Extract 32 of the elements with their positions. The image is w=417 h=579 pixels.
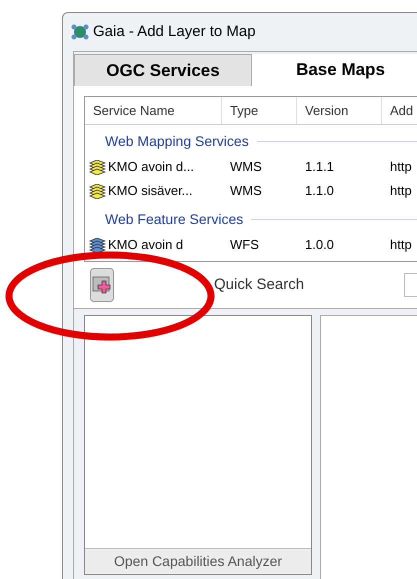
layers-icon xyxy=(89,160,106,174)
table-cell-text: 1.1.1 xyxy=(305,158,334,176)
tab[interactable]: Base Maps xyxy=(252,54,417,86)
column-header[interactable]: Version xyxy=(297,97,382,124)
tab[interactable]: OGC Services xyxy=(74,54,252,86)
add-layer-icon xyxy=(91,274,113,296)
column-header[interactable]: Service Name xyxy=(85,97,222,124)
table-cell-text: WMS xyxy=(230,158,262,176)
table-cell-text: 1.1.0 xyxy=(305,182,334,200)
table-cell-text: KMO sisäver... xyxy=(108,182,193,200)
table-cell-text: 1.0.0 xyxy=(305,236,334,254)
table-cell-text: http xyxy=(390,182,412,200)
layers-icon xyxy=(89,238,106,252)
app-icon xyxy=(71,23,89,41)
group-header: Web Feature Services xyxy=(105,210,244,228)
column-header[interactable]: Add xyxy=(382,97,417,124)
table-cell-text: WFS xyxy=(230,236,259,254)
table-cell-text: KMO avoin d... xyxy=(108,158,194,176)
table-cell-text: WMS xyxy=(230,182,262,200)
group-header: Web Mapping Services xyxy=(105,132,249,151)
table-row[interactable]: KMO avoin d... WMS 1.1.1 http xyxy=(85,155,417,179)
layers-icon xyxy=(89,184,106,198)
open-analyzer-button[interactable]: Open Capabilities Analyzer xyxy=(85,548,311,574)
window-title: Gaia - Add Layer to Map xyxy=(93,22,256,42)
search-label: Quick Search xyxy=(214,274,304,295)
table-cell-text: http xyxy=(390,158,412,176)
table-cell-text: KMO avoin d xyxy=(108,236,184,254)
table-cell-text: http xyxy=(390,236,412,254)
add-service-button[interactable] xyxy=(90,268,114,302)
table-row[interactable]: KMO sisäver... WMS 1.1.0 http xyxy=(85,179,417,203)
column-header[interactable]: Type xyxy=(222,97,297,124)
table-row[interactable]: KMO avoin d WFS 1.0.0 http xyxy=(85,233,417,257)
